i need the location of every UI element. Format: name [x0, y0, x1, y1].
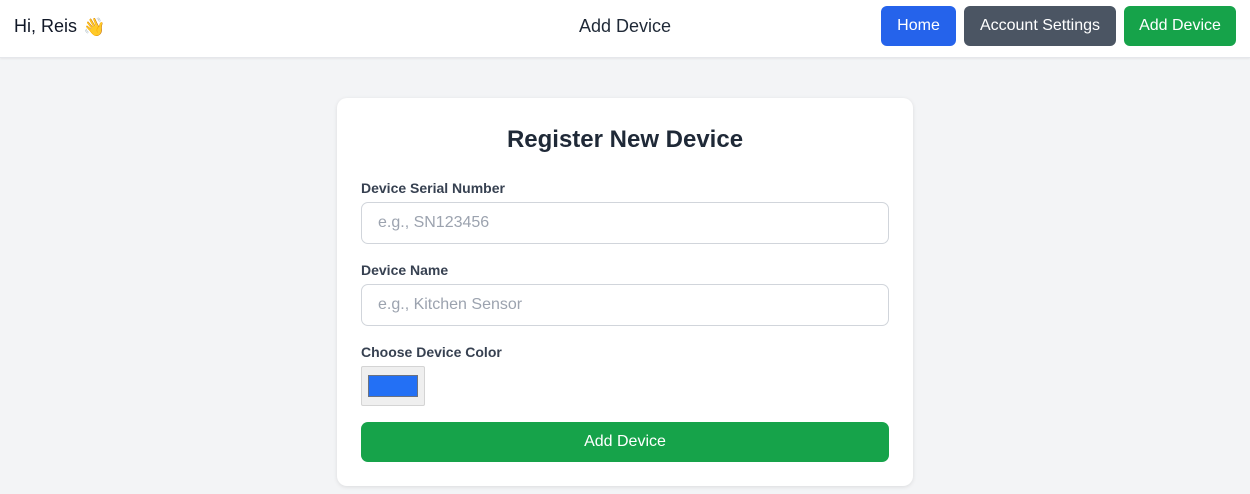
add-device-nav-button[interactable]: Add Device	[1124, 6, 1236, 46]
user-greeting: Hi, Reis 👋	[14, 16, 105, 37]
form-title: Register New Device	[506, 126, 744, 153]
account-settings-button[interactable]: Account Settings	[964, 6, 1116, 46]
add-device-submit-button[interactable]: Add Device	[361, 422, 889, 462]
device-color-picker[interactable]	[361, 366, 425, 406]
selected-color-swatch	[368, 375, 418, 397]
serial-number-label: Device Serial Number	[361, 180, 505, 196]
top-navigation-bar: Hi, Reis 👋 Add Device Home Account Setti…	[0, 0, 1250, 58]
device-name-input[interactable]	[361, 284, 889, 326]
serial-number-input[interactable]	[361, 202, 889, 244]
home-button[interactable]: Home	[881, 6, 956, 46]
register-device-card: Register New Device Device Serial Number…	[337, 98, 913, 486]
greeting-text: Hi, Reis	[14, 16, 78, 36]
nav-buttons: Home Account Settings Add Device	[881, 6, 1236, 46]
device-name-label: Device Name	[361, 262, 449, 278]
device-color-label: Choose Device Color	[361, 344, 502, 360]
waving-hand-icon: 👋	[83, 16, 106, 37]
